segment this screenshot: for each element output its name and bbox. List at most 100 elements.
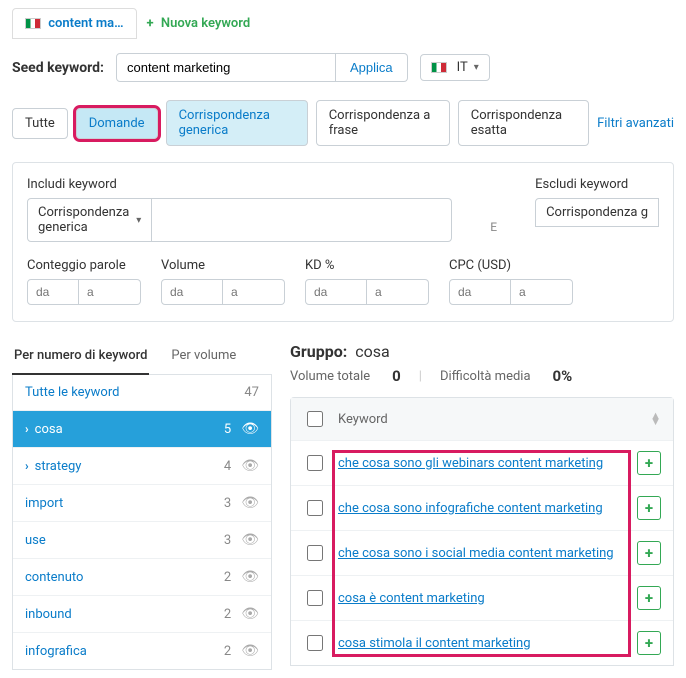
filter-tab-all[interactable]: Tutte — [12, 108, 68, 139]
kd-from[interactable] — [305, 279, 367, 305]
kw-group-count: 5 — [203, 422, 231, 437]
keyword-link[interactable]: che cosa sono i social media content mar… — [338, 546, 614, 561]
eye-icon[interactable]: 👁 — [241, 569, 259, 585]
tab-main[interactable]: content ma… — [12, 8, 137, 39]
kw-group-item[interactable]: › cosa5 👁 — [13, 411, 271, 448]
volume-from[interactable] — [161, 279, 223, 305]
kw-group-item[interactable]: inbound2 👁 — [13, 596, 271, 633]
and-separator: E — [486, 220, 501, 242]
wordcount-to[interactable] — [79, 279, 141, 305]
eye-icon[interactable]: 👁 — [241, 495, 259, 511]
kd-label: KD % — [305, 258, 429, 273]
total-volume-value: 0 — [392, 367, 401, 385]
kw-group-item[interactable]: import3 👁 — [13, 485, 271, 522]
kd-to[interactable] — [367, 279, 429, 305]
keyword-link[interactable]: cosa stimola il content marketing — [338, 636, 531, 651]
new-keyword-label: Nuova keyword — [161, 16, 250, 31]
apply-button[interactable]: Applica — [336, 53, 408, 82]
chevron-right-icon: › — [25, 422, 29, 436]
eye-icon[interactable]: 👁 — [241, 458, 259, 474]
keyword-link[interactable]: che cosa sono infografiche content marke… — [338, 501, 603, 516]
eye-icon[interactable]: 👁 — [241, 532, 259, 548]
wordcount-from[interactable] — [27, 279, 79, 305]
group-title-value: cosa — [355, 342, 389, 361]
add-button[interactable]: + — [637, 586, 661, 610]
kw-group-item[interactable]: contenuto2 👁 — [13, 559, 271, 596]
table-header-row: Keyword ▲▼ — [291, 398, 673, 441]
exclude-match-label: Corrispondenza g — [546, 205, 648, 220]
filter-panel: Includi keyword Corrispondenza generica … — [12, 162, 674, 322]
kw-group-label: contenuto — [25, 570, 203, 585]
keyword-link[interactable]: cosa è content marketing — [338, 591, 485, 606]
select-all-checkbox[interactable] — [307, 411, 323, 427]
group-title: Gruppo: cosa — [290, 342, 674, 361]
add-button[interactable]: + — [637, 451, 661, 475]
cpc-label: CPC (USD) — [449, 258, 573, 273]
eye-icon[interactable]: 👁 — [241, 643, 259, 659]
row-checkbox[interactable] — [307, 635, 323, 651]
keyword-link[interactable]: che cosa sono gli webinars content marke… — [338, 456, 603, 471]
locale-select[interactable]: IT ▾ — [420, 54, 490, 81]
kw-group-all[interactable]: Tutte le keyword 47 — [13, 375, 271, 411]
seed-input[interactable] — [116, 53, 336, 82]
kw-group-label: inbound — [25, 607, 203, 622]
filter-tab-phrase[interactable]: Corrispondenza a frase — [316, 100, 450, 146]
sort-icon[interactable]: ▲▼ — [650, 413, 661, 425]
flag-icon — [431, 62, 447, 73]
cpc-to[interactable] — [511, 279, 573, 305]
kw-group-item[interactable]: ›strategy4👁 — [13, 448, 271, 485]
row-checkbox[interactable] — [307, 455, 323, 471]
kw-group-label: cosa — [35, 422, 204, 437]
add-button[interactable]: + — [637, 541, 661, 565]
view-tab-by-kw[interactable]: Per numero di keyword — [12, 340, 149, 375]
col-keyword[interactable]: Keyword — [338, 412, 638, 427]
add-button[interactable]: + — [637, 496, 661, 520]
add-button[interactable]: + — [637, 631, 661, 655]
kw-group-label: strategy — [35, 459, 204, 474]
eye-icon[interactable]: 👁 — [241, 421, 259, 437]
kw-group-item[interactable]: use3👁 — [13, 522, 271, 559]
table-row: che cosa sono gli webinars content marke… — [291, 441, 673, 486]
kw-group-label: import — [25, 496, 203, 511]
exclude-match-select[interactable]: Corrispondenza g — [535, 198, 659, 227]
view-tab-by-vol[interactable]: Per volume — [169, 340, 238, 374]
group-title-prefix: Gruppo: — [290, 342, 347, 361]
advanced-filters-link[interactable]: Filtri avanzati — [597, 116, 674, 131]
stat-separator: | — [419, 369, 422, 384]
row-checkbox[interactable] — [307, 500, 323, 516]
exclude-label: Escludi keyword — [535, 177, 659, 192]
include-input[interactable] — [152, 198, 452, 242]
eye-icon[interactable]: 👁 — [241, 606, 259, 622]
filter-tab-exact[interactable]: Corrispondenza esatta — [458, 100, 589, 146]
include-match-label: Corrispondenza generica — [38, 205, 130, 235]
total-volume-label: Volume totale — [290, 369, 370, 384]
kw-group-label: Tutte le keyword — [25, 385, 231, 400]
locale-label: IT — [457, 60, 468, 75]
kw-group-count: 3 — [203, 496, 231, 511]
wordcount-label: Conteggio parole — [27, 258, 141, 273]
volume-to[interactable] — [223, 279, 285, 305]
kw-group-item[interactable]: infografica2👁 — [13, 633, 271, 669]
filter-tab-broad[interactable]: Corrispondenza generica — [166, 100, 308, 146]
row-checkbox[interactable] — [307, 545, 323, 561]
kw-group-count: 4 — [203, 459, 231, 474]
row-checkbox[interactable] — [307, 590, 323, 606]
chevron-down-icon: ▾ — [474, 62, 479, 73]
volume-label: Volume — [161, 258, 285, 273]
kw-group-count: 2 — [203, 570, 231, 585]
seed-label: Seed keyword: — [12, 60, 104, 76]
kw-group-count: 2 — [203, 607, 231, 622]
kw-group-count: 2 — [203, 644, 231, 659]
flag-icon — [25, 18, 41, 29]
cpc-from[interactable] — [449, 279, 511, 305]
include-match-select[interactable]: Corrispondenza generica ▾ — [27, 198, 152, 242]
keyword-group-list: Tutte le keyword 47 ›cosa5👁›strategy4👁im… — [12, 375, 272, 670]
avg-diff-value: 0% — [553, 367, 573, 385]
filter-tab-questions[interactable]: Domande — [76, 108, 158, 139]
keyword-table: Keyword ▲▼ che cosa sono gli webinars co… — [290, 397, 674, 666]
tab-main-label: content ma… — [48, 16, 123, 31]
avg-diff-label: Difficoltà media — [440, 369, 531, 384]
table-row: cosa è content marketing + — [291, 576, 673, 621]
new-keyword-button[interactable]: + Nuova keyword — [147, 16, 251, 31]
kw-group-label: use — [25, 533, 203, 548]
